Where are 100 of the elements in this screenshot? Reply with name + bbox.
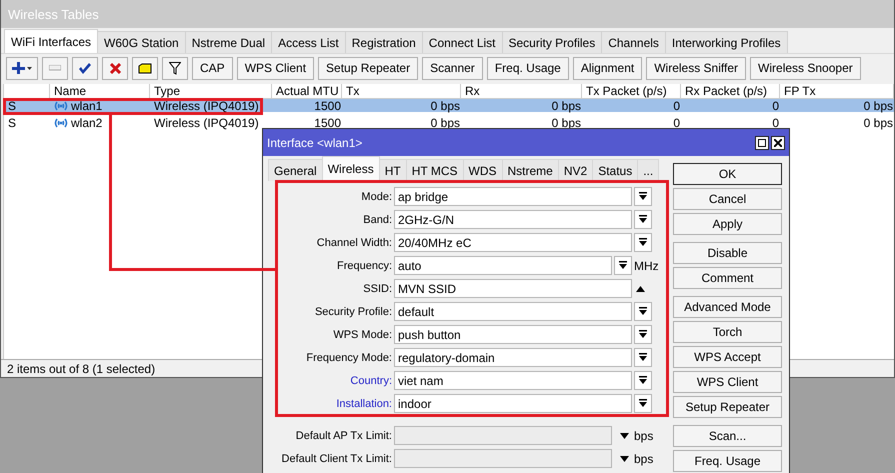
dialog-tab[interactable]: Wireless [322,156,380,181]
cell-text: 0 bps [552,100,581,112]
dialog-button[interactable]: Disable [673,242,782,264]
toolbar-button[interactable]: Wireless Sniffer [646,56,746,80]
dropdown-icon [639,399,647,408]
dropdown-button[interactable] [634,210,652,229]
select-field[interactable]: ap bridge [394,187,632,206]
column-header[interactable]: Tx Packet (p/s) [582,84,681,98]
column-header[interactable]: Type [150,84,272,98]
maximize-button[interactable] [755,136,769,150]
dialog-button[interactable]: WPS Client [673,371,782,393]
cell-text: S [8,100,16,112]
dialog-button[interactable]: Torch [673,321,782,343]
text-field[interactable]: MVN SSID [394,279,632,298]
limit-field[interactable] [394,426,612,445]
dialog-tab[interactable]: General [268,159,323,181]
select-field[interactable]: regulatory-domain [394,348,632,367]
dialog-button[interactable]: WPS Accept [673,346,782,368]
toolbar-button[interactable]: Alignment [572,56,642,80]
select-field[interactable]: viet nam [394,371,632,390]
dialog-button[interactable]: OK [673,163,782,185]
cell-text: 1500 [314,116,341,128]
dialog-tab[interactable]: Nstreme [502,159,559,181]
toolbar-button[interactable]: CAP [192,56,233,80]
dropdown-button[interactable] [634,302,652,321]
column-header[interactable]: Rx Packet (p/s) [681,84,780,98]
dropdown-button[interactable] [614,256,632,275]
cell-text: 0 [772,100,779,112]
tab[interactable]: Interworking Profiles [664,31,788,53]
collapse-arrow-icon[interactable] [636,286,645,292]
tab[interactable]: Nstreme Dual [184,31,272,53]
dialog-tab[interactable]: HT [378,159,407,181]
dialog-button[interactable]: Scan... [673,425,782,447]
dialog-tab[interactable]: NV2 [558,159,594,181]
dialog-button[interactable]: Cancel [673,188,782,210]
toolbar-button[interactable]: Wireless Snooper [750,56,861,80]
cell-text: Wireless (IPQ4019) [154,100,259,112]
select-field[interactable]: 2GHz-G/N [394,210,632,229]
cell-text: 0 bps [430,116,460,128]
select-field[interactable]: 20/40MHz eC [394,233,632,252]
field-label: Security Profile: [314,306,392,318]
toolbar-button[interactable]: WPS Client [236,56,314,80]
table-row[interactable]: S wlan2 Wireless (IPQ4019) 1500 0 bps 0 bps 0 0 0 bps [4,116,894,129]
toolbar-button[interactable]: Freq. Usage [486,56,569,80]
dialog-button[interactable]: Freq. Usage [673,450,782,472]
dialog-title: Interface <wlan1> [267,136,362,150]
toolbar-button[interactable]: Setup Repeater [318,56,418,80]
maximize-icon [758,138,766,146]
column-header[interactable]: Tx [342,84,461,98]
select-field[interactable]: default [394,302,632,321]
dialog-tab[interactable]: Status [592,159,638,181]
dropdown-button[interactable] [634,187,652,206]
column-header[interactable]: FP Tx [780,84,894,98]
dropdown-button[interactable] [634,394,652,413]
expand-arrow-icon[interactable] [620,432,629,438]
dialog-button[interactable]: Advanced Mode [673,296,782,318]
filter-button[interactable] [162,56,188,80]
tab[interactable]: Channels [601,31,666,53]
tab[interactable]: W60G Station [97,31,186,53]
select-field[interactable]: push button [394,325,632,344]
cell-text: 0 [673,100,680,112]
cell-text: 0 bps [864,116,893,128]
dialog-button[interactable]: Comment [673,267,782,289]
field-label: Channel Width: [316,236,392,248]
dropdown-icon [639,238,647,247]
cell-text: S [8,116,16,128]
dialog-button[interactable]: Setup Repeater [673,396,782,418]
tab[interactable]: Registration [344,31,423,53]
dialog-button[interactable]: Apply [673,213,782,235]
field-label: Mode: [360,190,392,202]
limit-field[interactable] [394,449,612,468]
tab[interactable]: Connect List [422,31,502,53]
enable-button[interactable] [72,56,98,80]
dialog-tab[interactable]: ... [637,159,660,181]
dialog-tab[interactable]: WDS [462,159,502,181]
dropdown-button[interactable] [634,325,652,344]
cell-text: 0 bps [430,100,460,112]
expand-arrow-icon[interactable] [620,456,629,462]
tab[interactable]: WiFi Interfaces [4,29,98,53]
column-header[interactable]: Name [50,84,150,98]
select-field[interactable]: auto [394,256,612,275]
column-header[interactable]: Actual MTU [272,84,342,98]
cell-text: 1500 [314,100,341,112]
tab[interactable]: Access List [271,31,346,53]
comment-button[interactable] [132,56,158,80]
table-row[interactable]: S wlan1 Wireless (IPQ4019) 1500 0 bps 0 bps 0 0 0 bps [4,99,894,112]
dropdown-button[interactable] [634,371,652,390]
dialog-tab[interactable]: HT MCS [406,159,464,181]
add-button[interactable] [6,56,38,80]
dropdown-icon [639,353,647,362]
disable-button[interactable] [102,56,128,80]
column-header[interactable]: Rx [461,84,582,98]
close-button[interactable] [771,136,785,150]
toolbar-button[interactable]: Scanner [422,56,483,80]
field-label: Default AP Tx Limit: [294,430,392,442]
dropdown-button[interactable] [634,233,652,252]
tab[interactable]: Security Profiles [502,31,602,53]
dropdown-button[interactable] [634,348,652,367]
dropdown-icon [639,330,647,339]
select-field[interactable]: indoor [394,394,632,413]
